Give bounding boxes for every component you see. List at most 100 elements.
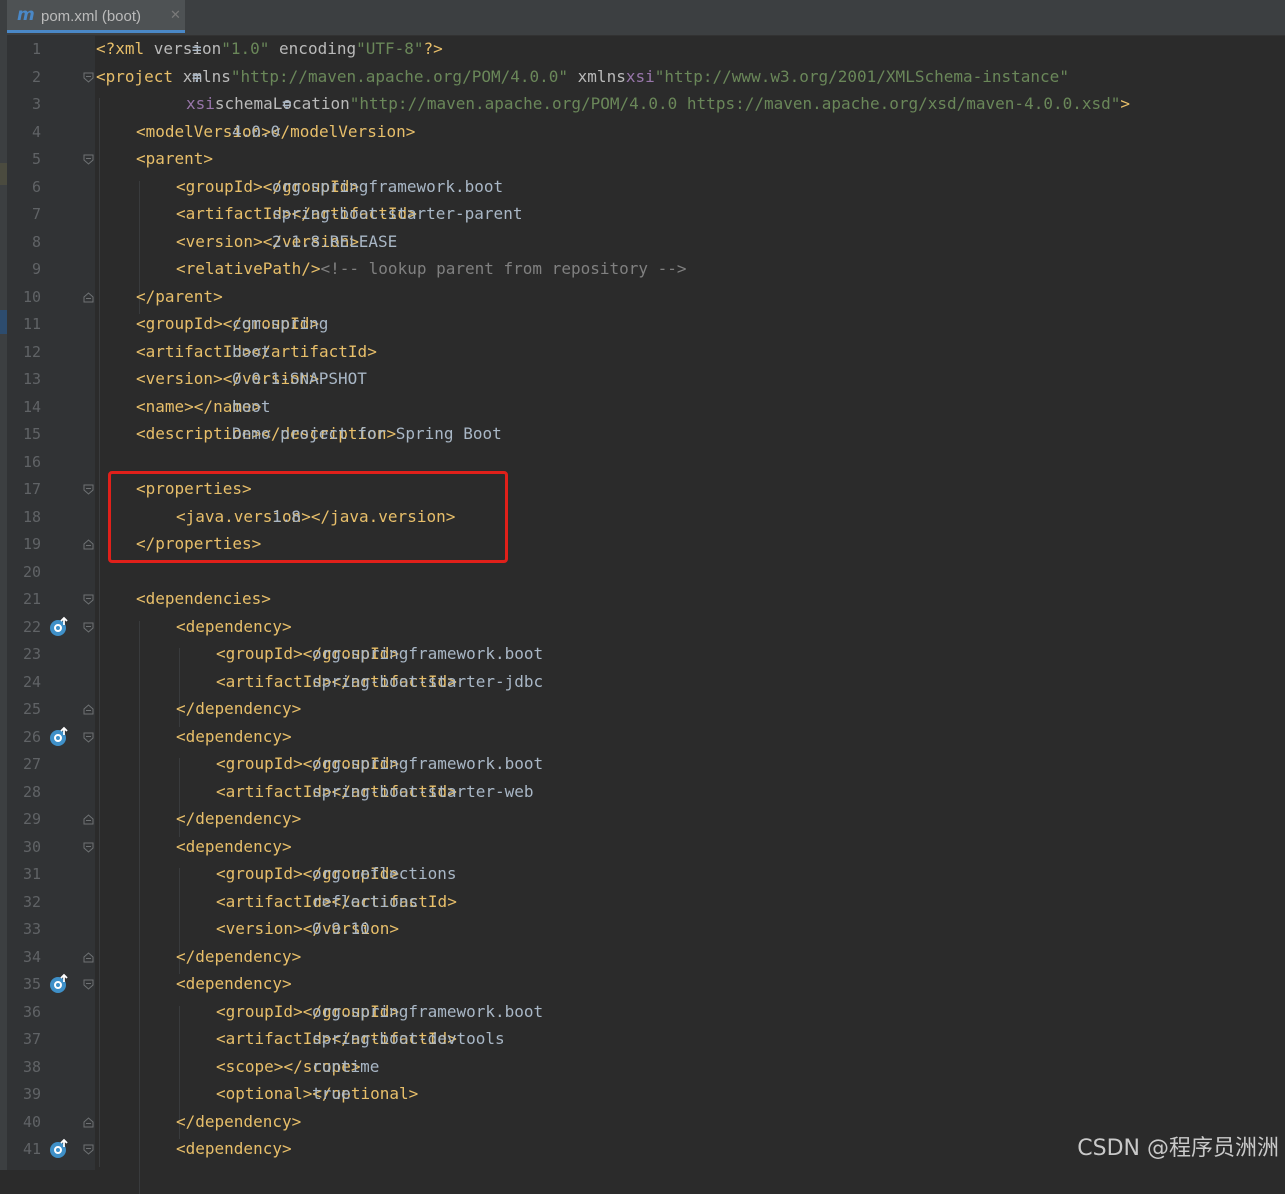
code-token: spring-boot-starter-jdbc — [312, 672, 543, 692]
code-token: <version> — [216, 919, 303, 938]
code-token: <version> — [136, 369, 223, 388]
line-number: 8 — [7, 232, 41, 252]
fold-open-icon[interactable] — [83, 842, 94, 853]
line-number: 33 — [7, 919, 41, 939]
code-line: </dependency> — [176, 1112, 301, 1132]
line-number: 32 — [7, 892, 41, 912]
fold-open-icon[interactable] — [83, 72, 94, 83]
line-number: 40 — [7, 1112, 41, 1132]
code-line: <dependencies> — [136, 589, 271, 609]
line-number: 17 — [7, 479, 41, 499]
code-line: <name>boot</name> — [136, 397, 261, 417]
code-line: <artifactId>spring-boot-starter-jdbc</ar… — [216, 672, 457, 692]
maven-dependency-icon[interactable] — [49, 726, 70, 747]
code-token: version — [154, 39, 221, 58]
close-icon[interactable]: ✕ — [170, 8, 181, 23]
fold-open-icon[interactable] — [83, 1144, 94, 1155]
fold-close-icon[interactable] — [83, 814, 94, 825]
code-line: </dependency> — [176, 947, 301, 967]
fold-close-icon[interactable] — [83, 539, 94, 550]
fold-open-icon[interactable] — [83, 594, 94, 605]
fold-open-icon[interactable] — [83, 622, 94, 633]
line-number: 9 — [7, 259, 41, 279]
maven-dependency-icon[interactable] — [49, 616, 70, 637]
code-line: <artifactId>reflections</artifactId> — [216, 892, 457, 912]
code-token: 2.1.8.RELEASE — [272, 232, 397, 252]
line-number: 39 — [7, 1084, 41, 1104]
code-token: <?xml — [96, 39, 154, 58]
maven-dependency-icon[interactable] — [49, 973, 70, 994]
line-number: 7 — [7, 204, 41, 224]
fold-close-icon[interactable] — [83, 292, 94, 303]
line-number: 4 — [7, 122, 41, 142]
code-line: <artifactId>spring-boot-starter-web</art… — [216, 782, 457, 802]
code-token: <dependency> — [176, 617, 292, 636]
tab-pom-xml[interactable]: m pom.xml (boot) ✕ — [7, 0, 185, 33]
left-tool-strip — [0, 35, 7, 1170]
code-token: org.springframework.boot — [312, 754, 543, 774]
code-line: <parent> — [136, 149, 213, 169]
line-number: 19 — [7, 534, 41, 554]
fold-open-icon[interactable] — [83, 732, 94, 743]
code-token: = — [192, 39, 202, 59]
code-line: <scope>runtime</scope> — [216, 1057, 361, 1077]
code-token: encoding — [269, 39, 356, 58]
indent-guide — [139, 621, 140, 1194]
code-token: org.springframework.boot — [272, 177, 503, 197]
code-token: spring-boot-starter-parent — [272, 204, 522, 224]
line-number: 25 — [7, 699, 41, 719]
code-token: true — [312, 1084, 351, 1104]
line-number: 38 — [7, 1057, 41, 1077]
fold-open-icon[interactable] — [83, 979, 94, 990]
line-number: 29 — [7, 809, 41, 829]
code-token: </dependency> — [176, 699, 301, 718]
code-line: <dependency> — [176, 837, 292, 857]
line-number: 41 — [7, 1139, 41, 1159]
code-token: "UTF-8" — [356, 39, 423, 58]
code-token: > — [1120, 94, 1130, 113]
code-line: </dependency> — [176, 699, 301, 719]
code-line: <version>2.1.8.RELEASE</version> — [176, 232, 359, 252]
code-token: <optional> — [216, 1084, 312, 1103]
line-number: 37 — [7, 1029, 41, 1049]
line-number: 3 — [7, 94, 41, 114]
code-token: 0.9.10 — [312, 919, 370, 939]
fold-close-icon[interactable] — [83, 1117, 94, 1128]
code-token: spring-boot-starter-web — [312, 782, 534, 802]
line-number: 35 — [7, 974, 41, 994]
line-number: 2 — [7, 67, 41, 87]
line-number: 1 — [7, 39, 41, 59]
code-line: <description>Demo project for Spring Boo… — [136, 424, 396, 444]
fold-open-icon[interactable] — [83, 154, 94, 165]
code-token: = — [282, 94, 292, 114]
fold-open-icon[interactable] — [83, 484, 94, 495]
fold-close-icon[interactable] — [83, 952, 94, 963]
code-token: <!-- lookup parent from repository --> — [321, 259, 687, 278]
code-line: <groupId>com.spring</groupId> — [136, 314, 319, 334]
code-token: <parent> — [136, 149, 213, 168]
code-line: <dependency> — [176, 1139, 292, 1159]
line-number: 22 — [7, 617, 41, 637]
code-token: <scope> — [216, 1057, 283, 1076]
code-line: <?xml version="1.0" encoding="UTF-8"?> — [96, 39, 443, 59]
code-token: = — [192, 67, 202, 87]
line-number: 12 — [7, 342, 41, 362]
line-number: 36 — [7, 1002, 41, 1022]
code-line: <project xmlns="http://maven.apache.org/… — [96, 67, 1069, 87]
code-line: <optional>true</optional> — [216, 1084, 418, 1104]
fold-close-icon[interactable] — [83, 704, 94, 715]
code-token: spring-boot-devtools — [312, 1029, 505, 1049]
line-number: 26 — [7, 727, 41, 747]
code-line: <dependency> — [176, 617, 292, 637]
code-token: <groupId> — [216, 754, 303, 773]
code-token: "http://www.w3.org/2001/XMLSchema-instan… — [655, 67, 1069, 86]
line-number: 18 — [7, 507, 41, 527]
line-number: 20 — [7, 562, 41, 582]
code-token: xsi — [626, 67, 655, 86]
code-token: <dependency> — [176, 837, 292, 856]
code-token: <dependency> — [176, 727, 292, 746]
maven-dependency-icon[interactable] — [49, 1138, 70, 1159]
line-number: 6 — [7, 177, 41, 197]
line-number: 28 — [7, 782, 41, 802]
tool-strip-marker — [0, 163, 7, 185]
